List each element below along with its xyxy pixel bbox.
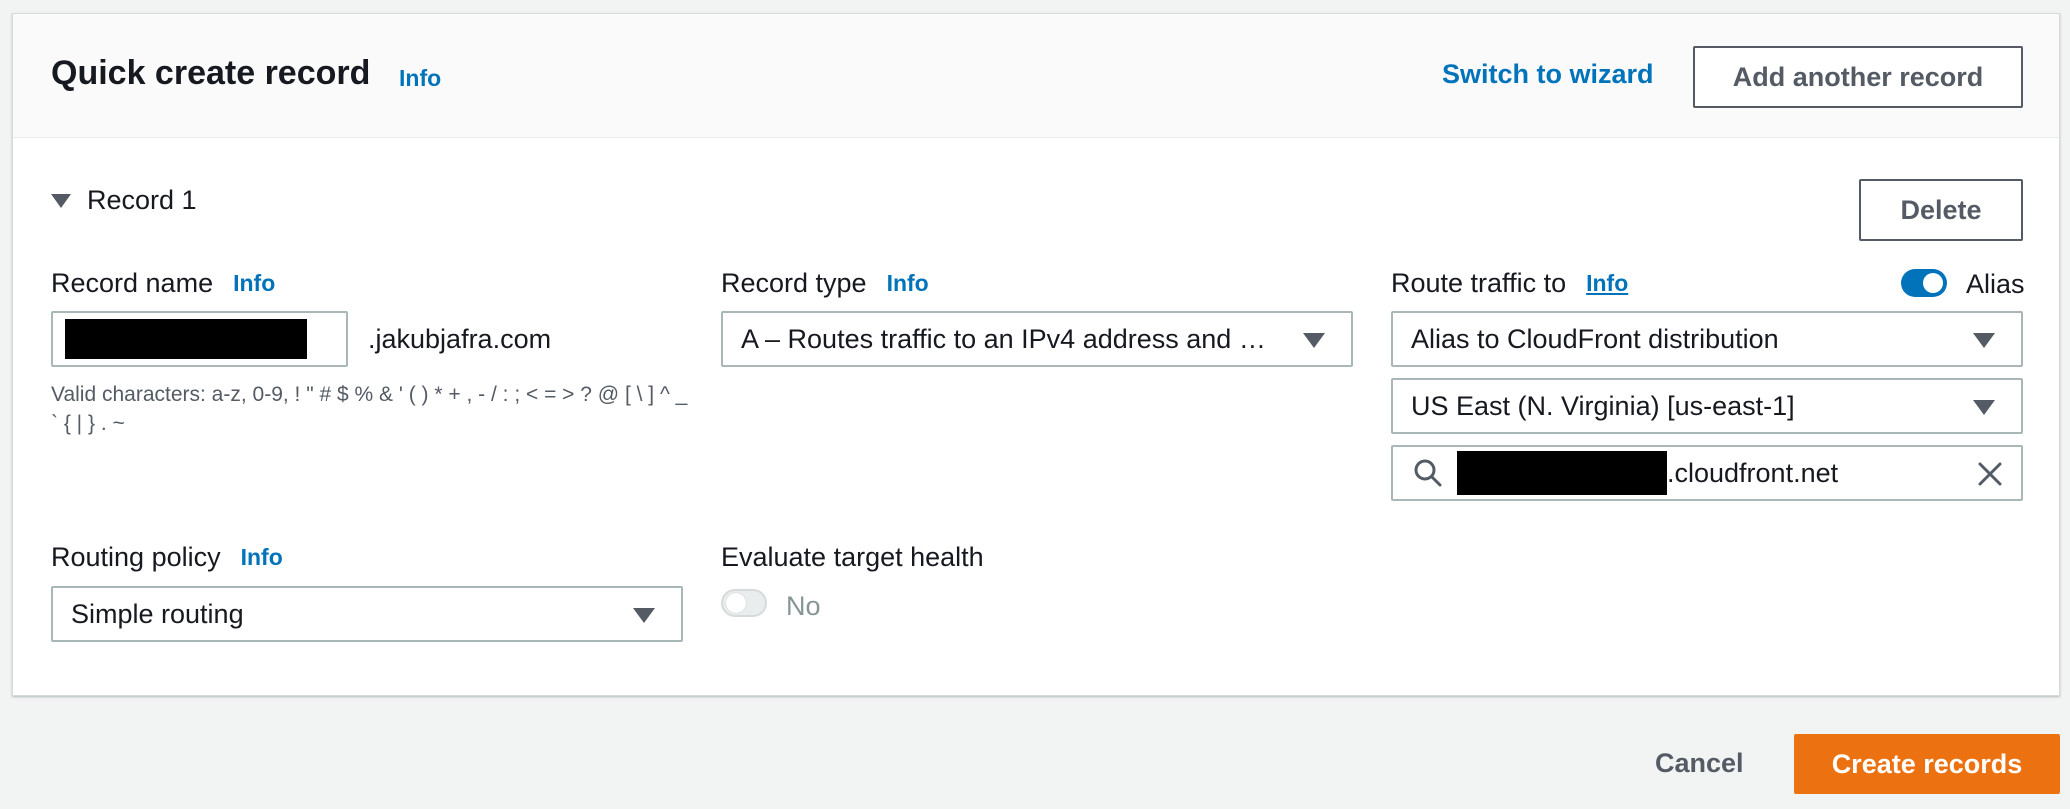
- distribution-search-input[interactable]: .cloudfront.net: [1391, 445, 2023, 501]
- alias-label: Alias: [1966, 269, 2025, 299]
- search-icon: [1414, 459, 1442, 487]
- alias-toggle-knob: [1923, 273, 1943, 293]
- dropdown-arrow-icon: [1973, 333, 1995, 348]
- record-type-select[interactable]: A – Routes traffic to an IPv4 address an…: [721, 311, 1353, 367]
- caret-down-icon: [51, 193, 71, 208]
- create-records-button[interactable]: Create records: [1794, 734, 2060, 794]
- record-name-label-text: Record name: [51, 268, 214, 298]
- endpoint-select[interactable]: Alias to CloudFront distribution: [1391, 311, 2023, 367]
- routing-policy-label-text: Routing policy: [51, 542, 221, 572]
- clear-icon[interactable]: [1977, 461, 2003, 487]
- route-traffic-info-link[interactable]: Info: [1586, 270, 1628, 297]
- cancel-button[interactable]: Cancel: [1655, 748, 1744, 779]
- record-type-info-link[interactable]: Info: [887, 270, 929, 297]
- add-another-record-button[interactable]: Add another record: [1693, 46, 2023, 108]
- redacted-record-name: [65, 319, 307, 359]
- record-type-label: Record type Info: [721, 268, 929, 299]
- record-name-hint: Valid characters: a-z, 0-9, ! " # $ % & …: [51, 383, 688, 435]
- quick-create-panel: Quick create record Info Switch to wizar…: [12, 13, 2060, 696]
- panel-header: Quick create record Info Switch to wizar…: [13, 14, 2059, 138]
- record-type-value: A – Routes traffic to an IPv4 address an…: [741, 323, 1271, 354]
- record-name-suffix: .jakubjafra.com: [368, 324, 552, 354]
- dropdown-arrow-icon: [1973, 400, 1995, 415]
- record-type-label-text: Record type: [721, 268, 867, 298]
- routing-policy-info-link[interactable]: Info: [241, 544, 283, 571]
- route-traffic-label-text: Route traffic to: [1391, 268, 1567, 298]
- evaluate-health-label-text: Evaluate target health: [721, 542, 984, 572]
- evaluate-health-toggle: [721, 589, 767, 617]
- route-traffic-label: Route traffic to Info: [1391, 268, 1628, 299]
- endpoint-value: Alias to CloudFront distribution: [1411, 323, 1779, 354]
- region-value: US East (N. Virginia) [us-east-1]: [1411, 390, 1795, 421]
- delete-button[interactable]: Delete: [1859, 179, 2023, 241]
- distribution-suffix: .cloudfront.net: [1667, 457, 1839, 488]
- evaluate-health-label: Evaluate target health: [721, 542, 984, 573]
- evaluate-health-state: No: [786, 591, 821, 621]
- dropdown-arrow-icon: [1303, 333, 1325, 348]
- redacted-distribution-id: [1457, 451, 1667, 495]
- record-name-label: Record name Info: [51, 268, 275, 299]
- title-info-link[interactable]: Info: [399, 65, 441, 92]
- record-name-input[interactable]: [51, 311, 348, 367]
- record-expand-toggle[interactable]: Record 1: [51, 185, 197, 216]
- alias-toggle[interactable]: [1901, 269, 1947, 297]
- region-select[interactable]: US East (N. Virginia) [us-east-1]: [1391, 378, 2023, 434]
- evaluate-health-knob: [726, 593, 746, 613]
- routing-policy-value: Simple routing: [71, 598, 244, 629]
- routing-policy-label: Routing policy Info: [51, 542, 283, 573]
- record-name-info-link[interactable]: Info: [233, 270, 275, 297]
- page-title: Quick create record: [51, 54, 371, 92]
- record-title: Record 1: [87, 185, 197, 215]
- switch-to-wizard-link[interactable]: Switch to wizard: [1442, 59, 1654, 90]
- routing-policy-select[interactable]: Simple routing: [51, 586, 683, 642]
- dropdown-arrow-icon: [633, 608, 655, 623]
